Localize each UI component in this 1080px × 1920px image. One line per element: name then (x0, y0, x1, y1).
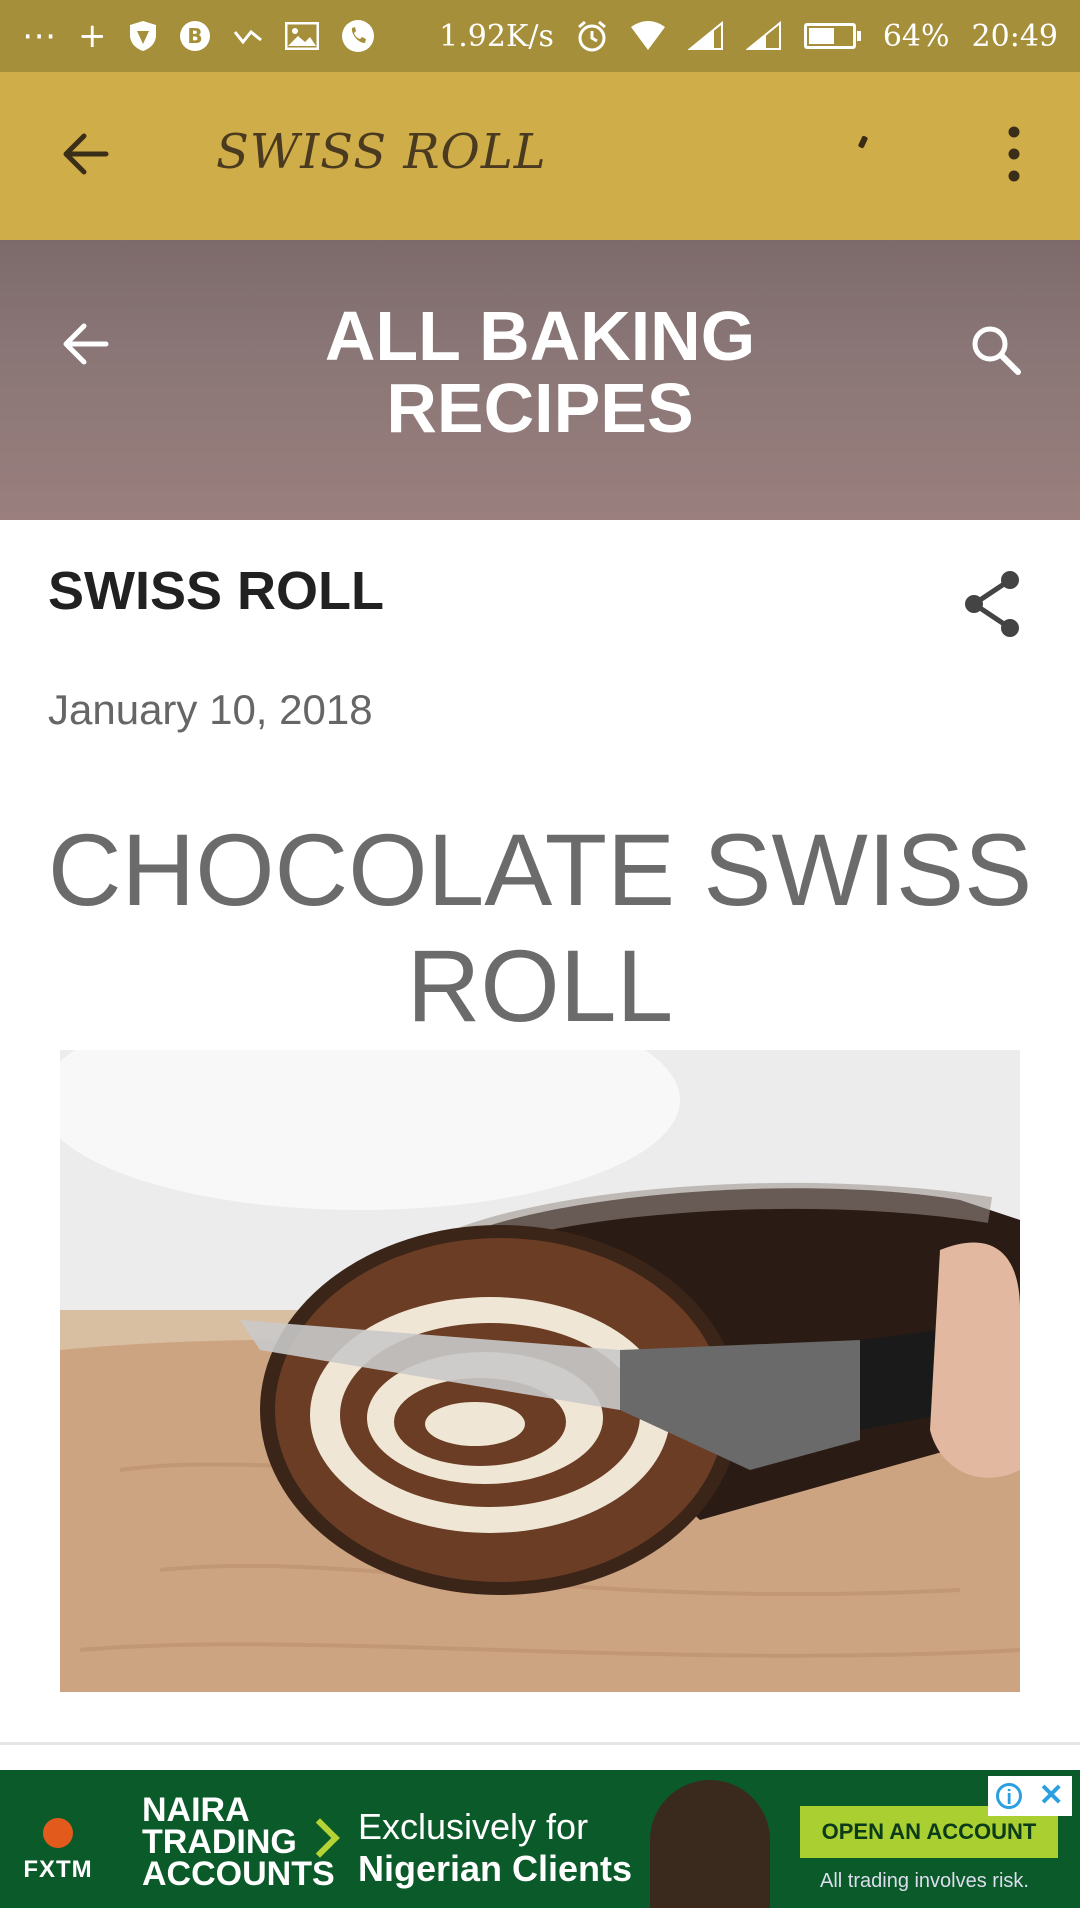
svg-text:B: B (187, 24, 202, 48)
swiss-roll-photo[interactable] (60, 1050, 1020, 1692)
loading-indicator (857, 135, 869, 149)
fxtm-logo: FXTM (18, 1818, 98, 1884)
app-bar-title: SWISS ROLL (216, 124, 547, 180)
recipe-heading: CHOCOLATE SWISS ROLL (47, 813, 1033, 1043)
blog-header: ALL BAKING RECIPES (0, 240, 1080, 520)
ad-banner[interactable]: FXTM NAIRA TRADING ACCOUNTS Exclusively … (0, 1770, 1080, 1908)
ad-person-image (650, 1780, 770, 1908)
share-icon[interactable] (960, 568, 1024, 640)
phone-icon (341, 20, 374, 52)
more-dots-icon: ⋯ (22, 16, 56, 56)
chevron-right-icon (300, 1818, 340, 1858)
status-bar-right: 1.92K/s 64% 20:49 (439, 19, 1058, 54)
plus-icon: + (78, 16, 107, 56)
wifi-icon (630, 21, 665, 50)
clock: 20:49 (971, 18, 1058, 54)
battery-icon (803, 23, 861, 49)
search-icon[interactable] (966, 320, 1026, 380)
close-icon[interactable]: ✕ (1039, 1781, 1064, 1811)
blog-title[interactable]: ALL BAKING RECIPES (240, 300, 840, 444)
status-bar-left: ⋯ + B (22, 19, 375, 53)
content-divider (0, 1742, 1080, 1745)
signal-icon (687, 21, 723, 50)
overflow-menu-icon[interactable] (994, 122, 1034, 186)
ad-choices[interactable]: i ✕ (988, 1776, 1072, 1816)
ad-headline: NAIRA TRADING ACCOUNTS (142, 1791, 335, 1893)
shield-icon (129, 21, 156, 51)
alarm-icon (577, 20, 606, 52)
app-bar: SWISS ROLL (0, 72, 1080, 240)
bitcoin-icon: B (179, 21, 210, 51)
image-icon (284, 22, 319, 50)
signal-icon (745, 21, 781, 50)
post-title: SWISS ROLL (48, 561, 384, 621)
post-date: January 10, 2018 (48, 686, 373, 733)
back-arrow-icon[interactable] (56, 124, 116, 184)
ad-tagline: Exclusively for Nigerian Clients (358, 1806, 633, 1889)
network-speed: 1.92K/s (439, 18, 554, 54)
check-icon (233, 29, 262, 45)
ad-disclaimer: All trading involves risk. (820, 1870, 1029, 1892)
info-icon[interactable]: i (996, 1783, 1023, 1809)
status-bar: ⋯ + B 1.92K/s 64% 20:49 (0, 0, 1080, 72)
back-arrow-icon[interactable] (56, 314, 116, 374)
battery-percent: 64% (882, 18, 950, 54)
